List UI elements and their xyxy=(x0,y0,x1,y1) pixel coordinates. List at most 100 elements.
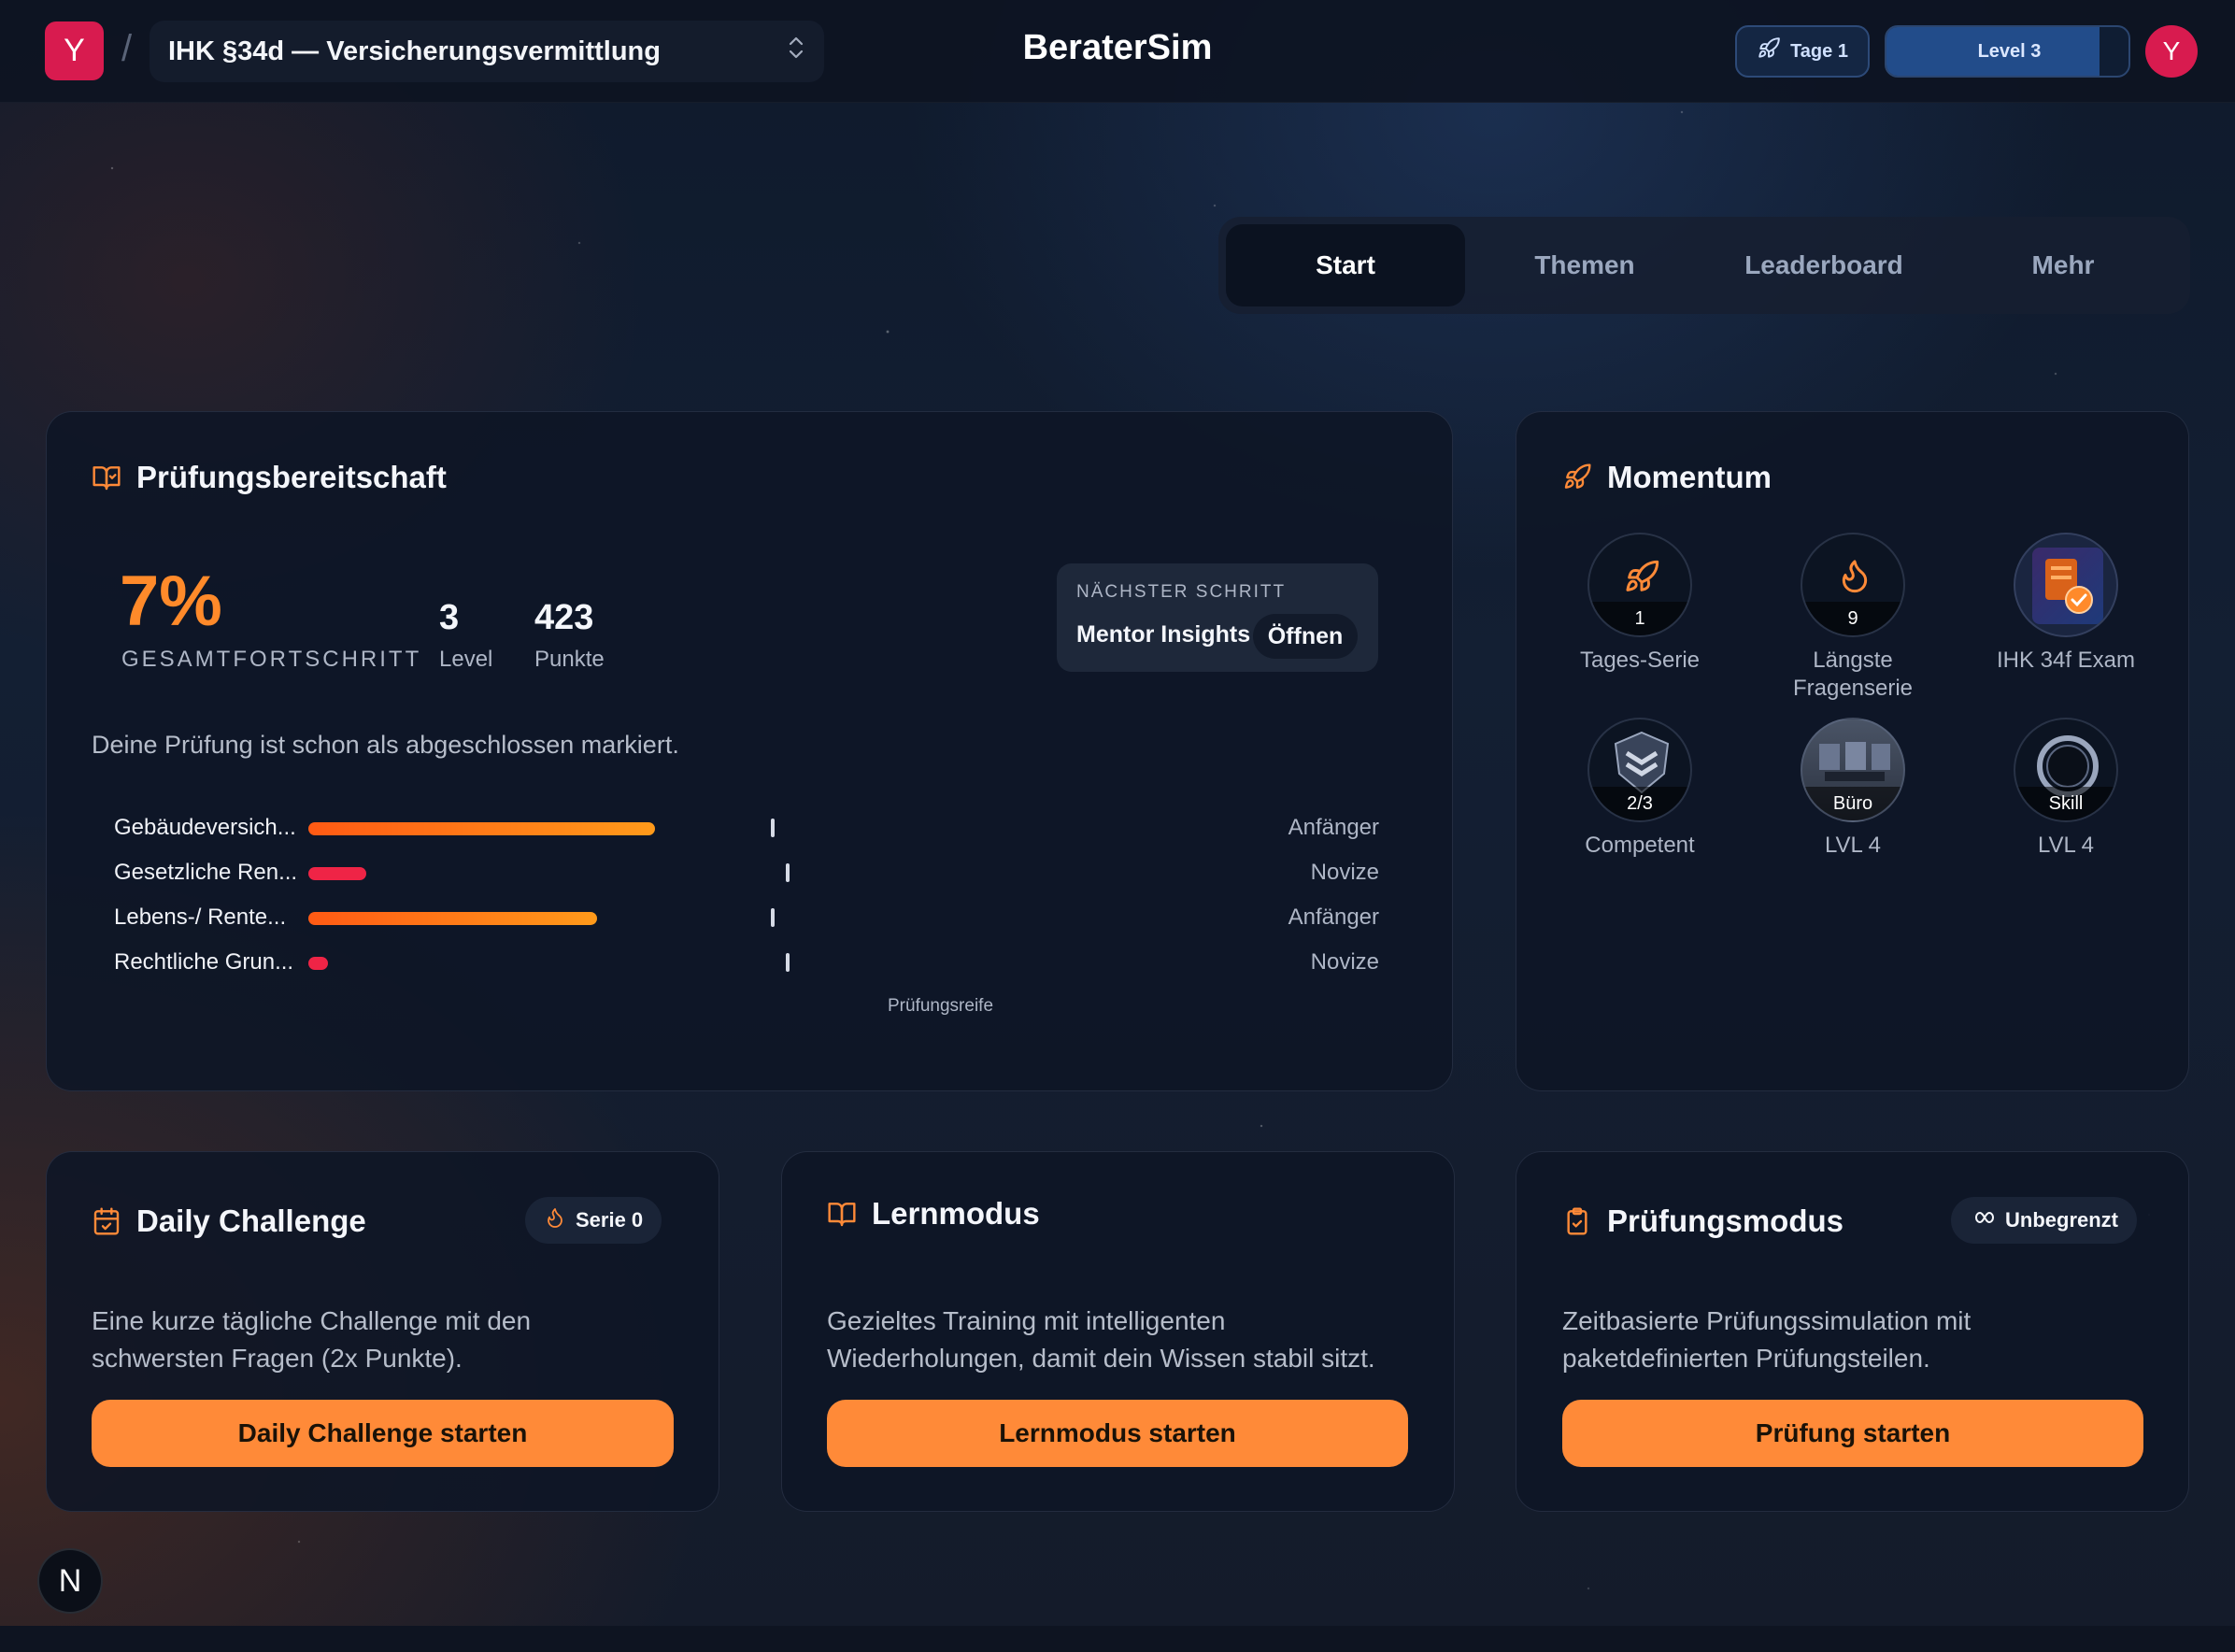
badge-value: 9 xyxy=(1802,602,1903,635)
daily-streak-label: Serie 0 xyxy=(576,1208,644,1232)
exam-mode-description: Zeitbasierte Prüfungssimulation mit pake… xyxy=(1562,1306,1972,1373)
infinity-icon xyxy=(1970,1208,1996,1232)
next-step-name: Mentor Insights xyxy=(1076,621,1251,648)
clipboard-check-icon xyxy=(1562,1206,1592,1236)
momentum-title-row: Momentum xyxy=(1562,460,1772,495)
topic-level: Novize xyxy=(1310,860,1379,885)
breadcrumb-separator: / xyxy=(121,28,133,69)
badge-caption: LVL 4 xyxy=(1824,833,1882,858)
exam-badge-icon xyxy=(2032,548,2103,624)
badge-caption: IHK 34f Exam xyxy=(1996,648,2136,673)
badge-skill-level[interactable]: Skill LVL 4 xyxy=(1972,718,2159,860)
open-book-icon xyxy=(827,1199,857,1229)
badge-daily-streak[interactable]: 1 Tages-Serie xyxy=(1546,533,1733,675)
topic-level: Anfänger xyxy=(1288,815,1379,840)
badge-office-level[interactable]: Büro LVL 4 xyxy=(1759,718,1946,860)
tab-start[interactable]: Start xyxy=(1226,224,1465,306)
rocket-icon xyxy=(1623,559,1660,601)
exam-readiness-marker xyxy=(771,908,775,927)
topic-row[interactable]: Lebens-/ Rente... Anfänger xyxy=(114,899,1379,936)
readiness-title-row: Prüfungsbereitschaft xyxy=(92,460,447,495)
topic-row[interactable]: Gebäudeversich... Anfänger xyxy=(114,809,1379,847)
badge-circle: 9 xyxy=(1801,533,1905,637)
exam-readiness-marker xyxy=(786,863,790,882)
book-check-icon xyxy=(92,463,121,492)
chevron-updown-icon xyxy=(787,34,805,64)
topic-name: Rechtliche Grun... xyxy=(114,949,294,975)
learn-mode-title-row: Lernmodus xyxy=(827,1196,1040,1232)
org-logo[interactable]: Y xyxy=(45,21,104,80)
badge-circle: Büro xyxy=(1801,718,1905,822)
exam-mode-title: Prüfungsmodus xyxy=(1607,1203,1844,1238)
level-value: 3 xyxy=(439,598,460,637)
badge-caption: Tages-Serie xyxy=(1579,648,1701,673)
learn-mode-description: Gezieltes Training mit intelligenten Wie… xyxy=(827,1306,1375,1373)
badge-longest-series[interactable]: 9 Längste Fragenserie xyxy=(1759,533,1946,703)
momentum-title: Momentum xyxy=(1607,460,1772,494)
learn-mode-title: Lernmodus xyxy=(872,1196,1040,1231)
badge-circle xyxy=(2014,533,2118,637)
framework-logo-button[interactable]: N xyxy=(37,1548,103,1614)
exam-readiness-marker xyxy=(786,953,790,972)
exam-status-note: Deine Prüfung ist schon als abgeschlosse… xyxy=(92,731,679,759)
streak-days-label: Tage 1 xyxy=(1790,40,1848,62)
tab-themen[interactable]: Themen xyxy=(1465,224,1704,306)
start-exam-button[interactable]: Prüfung starten xyxy=(1562,1400,2143,1467)
bottom-strip xyxy=(0,1626,2235,1652)
topic-name: Lebens-/ Rente... xyxy=(114,904,287,930)
exam-attempts-pill: Unbegrenzt xyxy=(1951,1197,2137,1244)
streak-days-button[interactable]: Tage 1 xyxy=(1735,25,1870,78)
course-selector[interactable]: IHK §34d — Versicherungsvermittlung xyxy=(149,21,824,82)
topic-name: Gesetzliche Ren... xyxy=(114,860,298,885)
top-bar: Y / IHK §34d — Versicherungsvermittlung … xyxy=(0,0,2235,103)
points-caption: Punkte xyxy=(534,647,605,672)
topic-progress-bar xyxy=(308,957,328,970)
badge-ihk-exam[interactable]: IHK 34f Exam xyxy=(1972,533,2159,675)
badge-caption: Längste Fragenserie xyxy=(1792,648,1914,701)
calendar-check-icon xyxy=(92,1206,121,1236)
level-label: Level 3 xyxy=(1977,40,2042,62)
tab-leaderboard[interactable]: Leaderboard xyxy=(1704,224,1943,306)
next-step-box: NÄCHSTER SCHRITT Mentor Insights Öffnen xyxy=(1057,563,1378,672)
badge-competent[interactable]: 2/3 Competent xyxy=(1546,718,1733,860)
next-step-heading: NÄCHSTER SCHRITT xyxy=(1076,582,1287,602)
start-learn-mode-button[interactable]: Lernmodus starten xyxy=(827,1400,1408,1467)
course-title: IHK §34d — Versicherungsvermittlung xyxy=(168,36,661,66)
readiness-title: Prüfungsbereitschaft xyxy=(136,460,447,494)
badge-value: 1 xyxy=(1589,602,1690,635)
overall-percent-label: GESAMTFORTSCHRITT xyxy=(121,647,422,672)
daily-streak-pill: Serie 0 xyxy=(525,1197,662,1244)
topic-name: Gebäudeversich... xyxy=(114,815,296,840)
rocket-icon xyxy=(1757,36,1781,66)
daily-challenge-description: Eine kurze tägliche Challenge mit den sc… xyxy=(92,1306,532,1373)
level-progress-button[interactable]: Level 3 xyxy=(1885,25,2130,78)
flame-icon xyxy=(544,1206,566,1234)
topic-progress-bar xyxy=(308,867,366,880)
app-title: BeraterSim xyxy=(1022,28,1213,67)
main-tabs: Start Themen Leaderboard Mehr xyxy=(1218,217,2190,314)
badge-value: Büro xyxy=(1802,787,1903,820)
badge-circle: 2/3 xyxy=(1587,718,1692,822)
exam-mode-title-row: Prüfungsmodus xyxy=(1562,1203,1844,1239)
exam-attempts-label: Unbegrenzt xyxy=(2005,1208,2118,1232)
flame-icon xyxy=(1836,557,1873,599)
topic-row[interactable]: Gesetzliche Ren... Novize xyxy=(114,854,1379,891)
badge-value: Skill xyxy=(2015,787,2116,820)
points-value: 423 xyxy=(534,598,594,637)
badge-caption: LVL 4 xyxy=(2037,833,2095,858)
user-avatar[interactable]: Y xyxy=(2145,25,2198,78)
tab-mehr[interactable]: Mehr xyxy=(1943,224,2183,306)
daily-challenge-title-row: Daily Challenge xyxy=(92,1203,366,1239)
open-next-step-button[interactable]: Öffnen xyxy=(1253,614,1358,659)
topic-level: Novize xyxy=(1310,949,1379,975)
start-daily-challenge-button[interactable]: Daily Challenge starten xyxy=(92,1400,674,1467)
badge-value: 2/3 xyxy=(1589,787,1690,820)
overall-percent: 7% xyxy=(120,562,222,641)
rocket-icon xyxy=(1562,463,1592,492)
topic-progress-bar xyxy=(308,912,597,925)
exam-readiness-marker xyxy=(771,819,775,837)
badge-circle: Skill xyxy=(2014,718,2118,822)
topic-row[interactable]: Rechtliche Grun... Novize xyxy=(114,944,1379,981)
topic-level: Anfänger xyxy=(1288,904,1379,930)
badge-circle: 1 xyxy=(1587,533,1692,637)
